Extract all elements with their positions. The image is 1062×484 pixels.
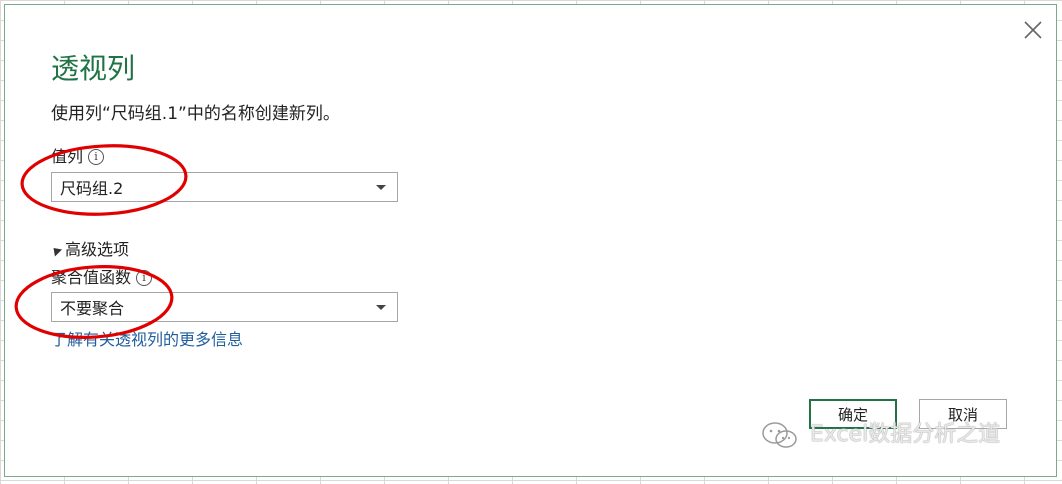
watermark-text: Excel数据分析之道 — [810, 422, 1001, 447]
chevron-down-icon — [376, 185, 386, 190]
aggregate-label: 聚合值函数 — [51, 268, 132, 287]
aggregate-selected: 不要聚合 — [60, 299, 125, 318]
wechat-icon — [762, 422, 797, 448]
value-column-label-row: 值列 i — [51, 146, 105, 168]
advanced-options-label: 高级选项 — [65, 240, 130, 259]
info-icon[interactable]: i — [88, 149, 105, 165]
dialog-title: 透视列 — [51, 52, 136, 85]
aggregate-dropdown[interactable]: 不要聚合 — [51, 292, 398, 322]
value-column-label: 值列 — [51, 147, 84, 166]
close-icon — [1024, 21, 1042, 39]
advanced-options-toggle[interactable]: 高级选项 — [49, 239, 130, 261]
close-button[interactable] — [1022, 19, 1044, 41]
aggregate-label-row: 聚合值函数 i — [51, 267, 153, 289]
learn-more-link[interactable]: 了解有关透视列的更多信息 — [51, 329, 243, 351]
info-icon[interactable]: i — [136, 270, 153, 286]
pivot-column-dialog: 透视列 使用列“尺码组.1”中的名称创建新列。 值列 i 尺码组.2 高级选项 … — [4, 4, 1057, 477]
chevron-down-icon — [376, 305, 386, 310]
value-column-selected: 尺码组.2 — [60, 179, 124, 198]
watermark: Excel数据分析之道 — [760, 420, 1000, 450]
dialog-description: 使用列“尺码组.1”中的名称创建新列。 — [51, 104, 340, 124]
value-column-dropdown[interactable]: 尺码组.2 — [51, 172, 398, 202]
collapse-triangle-icon — [49, 243, 63, 257]
